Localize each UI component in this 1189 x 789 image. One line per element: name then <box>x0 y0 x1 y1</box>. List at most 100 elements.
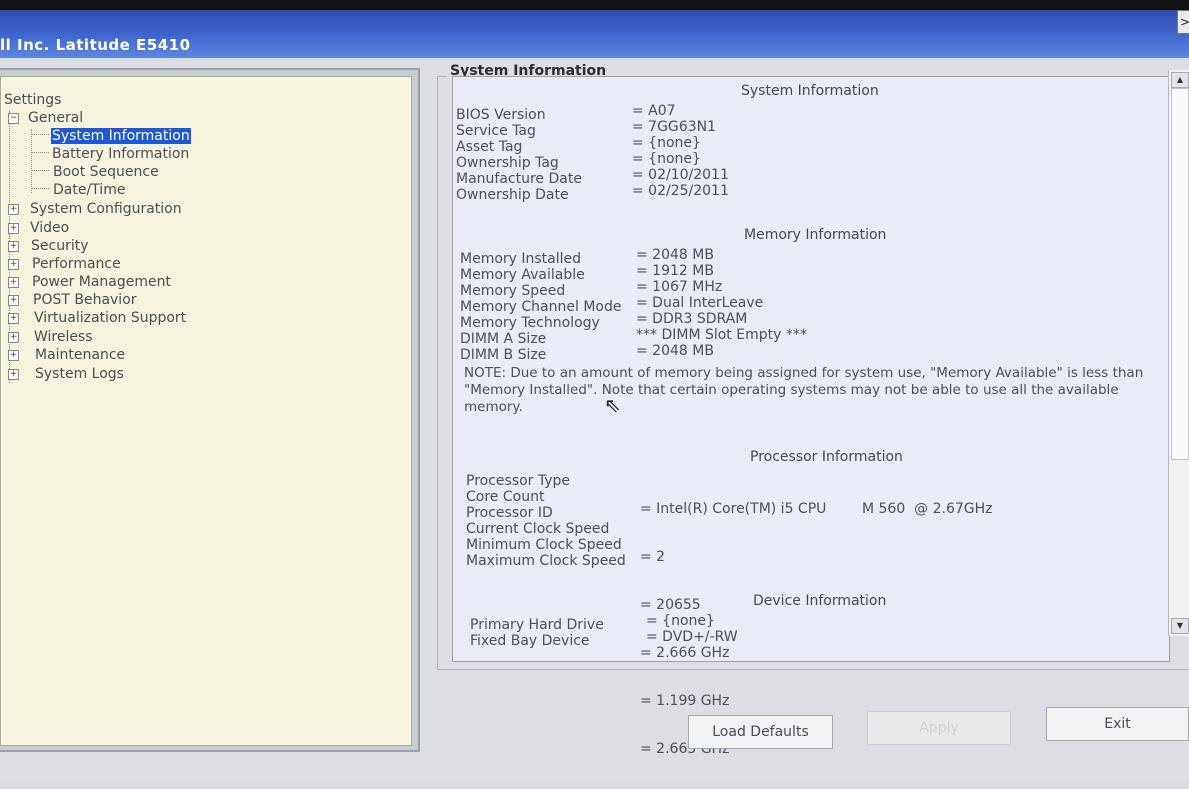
expand-icon[interactable]: + <box>8 223 19 234</box>
tree-item-system-logs[interactable]: + System Logs <box>4 365 124 383</box>
row-value: *** DIMM Slot Empty *** <box>636 327 807 343</box>
device-labels: Primary Hard Drive Fixed Bay Device <box>470 617 604 649</box>
window-title: ll Inc. Latitude E5410 <box>0 36 191 54</box>
row-label: Processor ID <box>466 505 553 521</box>
row-label: Memory Speed <box>460 283 566 299</box>
tree-item-power-management[interactable]: + Power Management <box>4 273 171 291</box>
tree-item-label: Battery Information <box>52 146 190 162</box>
screen-bezel <box>0 0 1189 10</box>
tree-item-boot-sequence[interactable]: Boot Sequence <box>53 163 159 181</box>
expand-icon[interactable]: + <box>8 259 19 270</box>
tree-item-security[interactable]: + Security <box>4 237 89 255</box>
row-label: Fixed Bay Device <box>470 633 590 649</box>
processor-labels: Processor Type Core Count Processor ID C… <box>466 473 626 569</box>
row-value: = 2.666 GHz <box>640 645 730 661</box>
memory-values: = 2048 MB = 1912 MB = 1067 MHz = Dual In… <box>636 247 807 359</box>
settings-tree-panel: Settings − General System Information Ba… <box>0 68 420 752</box>
tree-item-label: Date/Time <box>53 182 126 198</box>
collapse-icon[interactable]: − <box>8 113 19 124</box>
expand-icon[interactable]: + <box>8 295 19 306</box>
scroll-down-arrow-icon[interactable]: ▼ <box>1171 618 1189 634</box>
expand-icon[interactable]: + <box>8 204 19 215</box>
tree-item-label: System Configuration <box>30 201 182 217</box>
expand-icon[interactable]: + <box>8 332 19 343</box>
row-value: = 2 <box>640 549 666 565</box>
row-label: Memory Channel Mode <box>460 299 622 315</box>
row-value: = 1.199 GHz <box>640 693 730 709</box>
row-label: DIMM B Size <box>460 347 547 363</box>
tree-item-label: System Information <box>51 128 191 144</box>
row-value: = DDR3 SDRAM <box>636 311 748 327</box>
row-label: Minimum Clock Speed <box>466 537 622 553</box>
row-label: Maximum Clock Speed <box>466 553 626 569</box>
row-value: = 1912 MB <box>636 263 714 279</box>
tree-item-label: Virtualization Support <box>34 310 187 326</box>
tree-item-label: POST Behavior <box>33 292 137 308</box>
system-section-header: System Information <box>741 83 879 99</box>
row-label: Processor Type <box>466 473 571 489</box>
tree-item-maintenance[interactable]: + Maintenance <box>4 346 125 364</box>
tree-item-system-information[interactable]: System Information <box>51 127 191 145</box>
tree-item-virtualization-support[interactable]: + Virtualization Support <box>4 309 186 327</box>
tree-connector <box>31 134 49 135</box>
title-bar: ll Inc. Latitude E5410 > <box>0 10 1189 58</box>
tree-item-video[interactable]: + Video <box>4 219 69 237</box>
close-button[interactable]: > <box>1177 10 1189 34</box>
info-content: System Information BIOS Version Service … <box>452 76 1170 757</box>
tree-connector <box>31 188 49 189</box>
expand-icon[interactable]: + <box>8 369 19 380</box>
row-label: Memory Technology <box>460 315 600 331</box>
memory-section-header: Memory Information <box>744 227 887 243</box>
device-values: = {none} = DVD+/-RW <box>646 613 738 645</box>
tree-item-label: Boot Sequence <box>53 164 159 180</box>
row-value: = {none} <box>632 135 701 151</box>
row-value: = 7GG63N1 <box>632 119 716 135</box>
row-label: Memory Available <box>460 267 585 283</box>
tree-item-battery-information[interactable]: Battery Information <box>52 145 189 163</box>
tree-item-wireless[interactable]: + Wireless <box>4 328 93 346</box>
expand-icon[interactable]: + <box>8 277 19 288</box>
vertical-scrollbar[interactable]: ▲ ▼ <box>1168 70 1189 636</box>
tree-item-label: Security <box>31 238 89 254</box>
tree-item-general[interactable]: − General <box>4 109 83 127</box>
apply-button[interactable]: Apply <box>867 711 1011 745</box>
tree-item-label: General <box>28 110 84 126</box>
expand-icon[interactable]: + <box>8 313 19 324</box>
row-value: = 02/25/2011 <box>632 183 729 199</box>
exit-button[interactable]: Exit <box>1046 707 1189 741</box>
memory-note: NOTE: Due to an amount of memory being a… <box>464 365 1144 415</box>
tree-item-label: Wireless <box>34 329 93 345</box>
tree-item-performance[interactable]: + Performance <box>4 255 121 273</box>
settings-tree: Settings − General System Information Ba… <box>0 76 412 746</box>
scroll-up-arrow-icon[interactable]: ▲ <box>1171 72 1189 88</box>
row-label: Service Tag <box>456 123 536 139</box>
tree-item-system-configuration[interactable]: + System Configuration <box>4 200 182 218</box>
tree-item-post-behavior[interactable]: + POST Behavior <box>4 291 137 309</box>
row-label: Primary Hard Drive <box>470 617 604 633</box>
row-value: = DVD+/-RW <box>646 629 738 645</box>
row-label: Memory Installed <box>460 251 582 267</box>
tree-item-date-time[interactable]: Date/Time <box>53 181 125 199</box>
row-value: = {none} <box>646 613 715 629</box>
expand-icon[interactable]: + <box>8 350 19 361</box>
tree-root-settings: Settings <box>4 91 61 109</box>
row-value: = {none} <box>632 151 701 167</box>
tree-item-label: Maintenance <box>35 347 126 363</box>
row-value: = Dual InterLeave <box>636 295 764 311</box>
tree-connector <box>31 170 49 171</box>
row-label: Ownership Tag <box>456 155 559 171</box>
expand-icon[interactable]: + <box>8 241 19 252</box>
row-label: BIOS Version <box>456 107 546 123</box>
memory-labels: Memory Installed Memory Available Memory… <box>460 251 621 363</box>
tree-connector <box>31 152 49 153</box>
scroll-thumb[interactable] <box>1171 88 1189 460</box>
row-value: = 1067 MHz <box>636 279 723 295</box>
row-value: = 2048 MB <box>636 343 714 359</box>
row-label: Core Count <box>466 489 545 505</box>
tree-item-label: Power Management <box>32 274 172 290</box>
tree-connector <box>31 129 32 193</box>
row-label: Manufacture Date <box>456 171 582 187</box>
row-label: Asset Tag <box>456 139 523 155</box>
row-value: = 2048 MB <box>636 247 714 263</box>
load-defaults-button[interactable]: Load Defaults <box>688 715 833 749</box>
